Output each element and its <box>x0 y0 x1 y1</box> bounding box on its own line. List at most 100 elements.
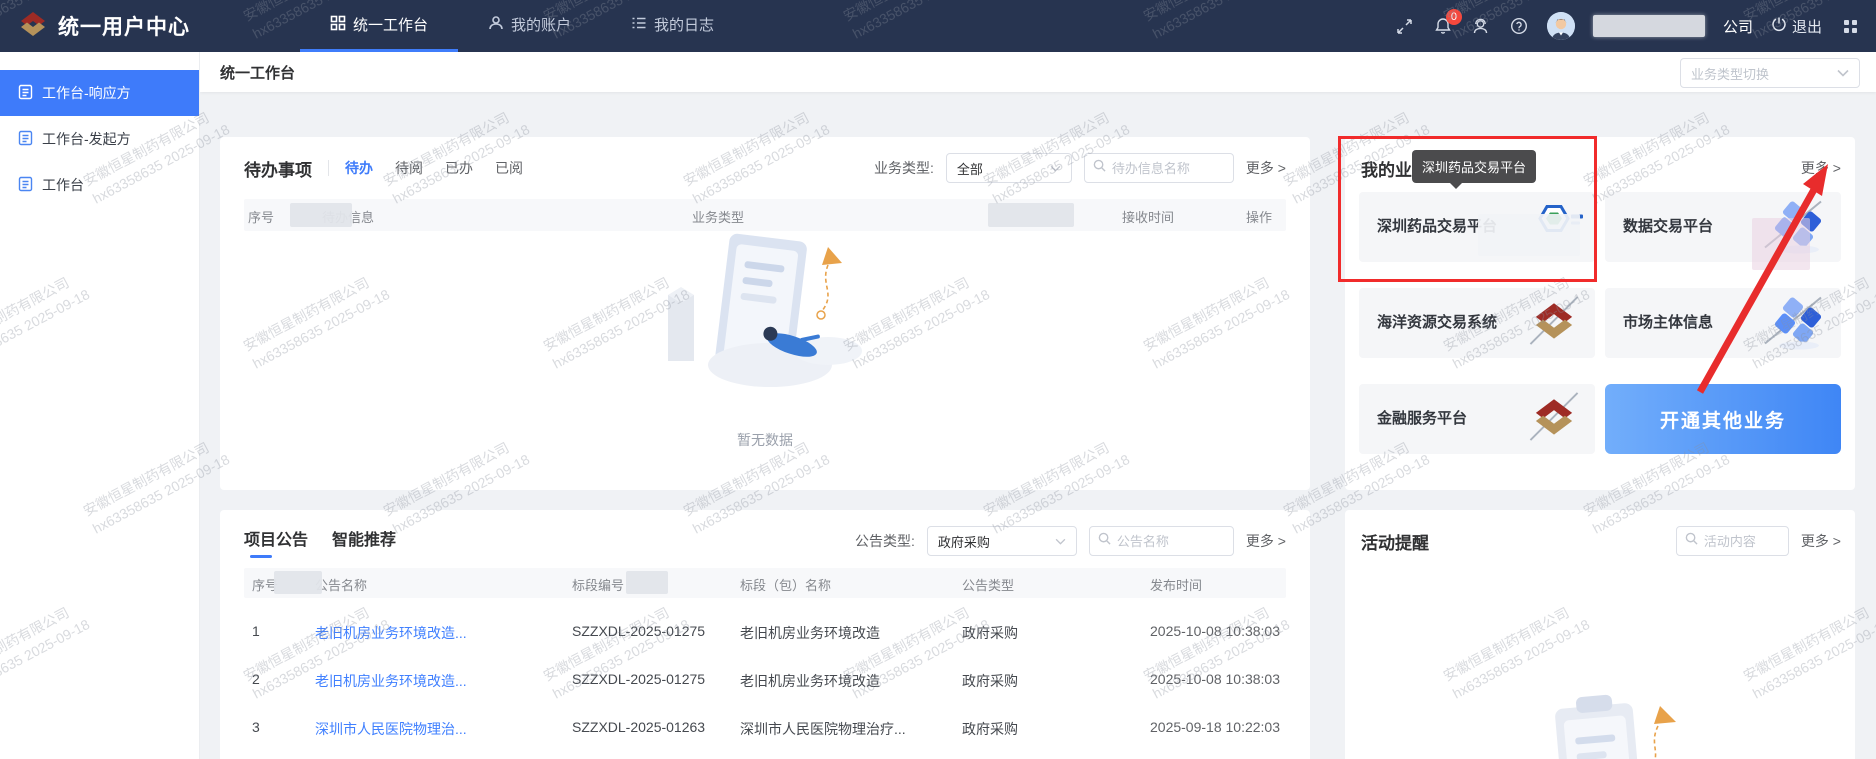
cell-time: 2025-10-08 10:38:03 <box>1150 623 1280 639</box>
business-card-label: 深圳药品交易平台 <box>1359 218 1497 237</box>
document-icon <box>18 84 33 103</box>
nav-tab-account[interactable]: 我的账户 <box>458 0 601 52</box>
sidebar: 工作台-响应方 工作台-发起方 工作台 <box>0 52 200 759</box>
sidebar-item-label: 工作台-响应方 <box>42 83 131 103</box>
cell-announce-link[interactable]: 老旧机房业务环境改造... <box>315 671 467 691</box>
todo-panel: 待办事项 待办 待阅 已办 已阅 业务类型: 全部 <box>220 137 1310 490</box>
logout-button[interactable]: 退出 <box>1771 16 1822 37</box>
nav-tab-label: 统一工作台 <box>353 14 428 35</box>
brand: 统一用户中心 <box>0 9 300 44</box>
todo-panel-title: 待办事项 <box>244 156 312 181</box>
unified-user-center-app: 统一用户中心 统一工作台 我的账户 <box>0 0 1876 759</box>
announce-search-input[interactable] <box>1117 534 1225 549</box>
todo-search-box <box>1084 153 1234 183</box>
cell-time: 2025-10-08 10:38:03 <box>1150 671 1280 687</box>
cell-seq: 1 <box>252 623 260 639</box>
announce-type-select[interactable]: 政府采购 <box>927 526 1077 556</box>
announcement-row[interactable]: 1 老旧机房业务环境改造... SZZXDL-2025-01275 老旧机房业务… <box>244 608 1286 656</box>
business-grid: 深圳药品交易平台 数据交易平台 <box>1359 192 1841 454</box>
nav-tab-label: 我的账户 <box>511 14 571 35</box>
todo-tab-toread[interactable]: 待阅 <box>395 158 423 178</box>
cell-section-name: 老旧机房业务环境改造 <box>740 671 880 691</box>
announce-search-box <box>1089 526 1234 556</box>
notification-bell-icon[interactable]: 0 <box>1433 16 1453 36</box>
business-type-filter-label: 业务类型: <box>874 158 934 178</box>
todo-tab-read[interactable]: 已阅 <box>495 158 523 178</box>
todo-search-input[interactable] <box>1112 161 1225 176</box>
fullscreen-icon[interactable] <box>1395 16 1415 36</box>
tooltip-pharma-platform: 深圳药品交易平台 <box>1412 150 1536 183</box>
company-name-redacted <box>1593 15 1705 37</box>
business-card-label: 海洋资源交易系统 <box>1359 314 1497 333</box>
col-section-no: 标段编号 <box>572 575 624 594</box>
nav-tab-workbench[interactable]: 统一工作台 <box>300 0 458 52</box>
announcement-row[interactable]: 3 深圳市人民医院物理治... SZZXDL-2025-01263 深圳市人民医… <box>244 704 1286 752</box>
cell-type: 政府采购 <box>962 623 1018 643</box>
activity-search-input[interactable] <box>1704 534 1780 549</box>
empty-text: 暂无数据 <box>635 430 895 450</box>
activity-search-box <box>1676 526 1789 556</box>
nav-tabs: 统一工作台 我的账户 我的日志 <box>300 0 744 52</box>
todo-tab-pending[interactable]: 待办 <box>345 158 373 178</box>
help-icon[interactable] <box>1509 16 1529 36</box>
announce-type-filter-label: 公告类型: <box>855 531 915 551</box>
activity-more-link[interactable]: 更多 > <box>1801 531 1841 551</box>
page-title: 统一工作台 <box>220 62 295 83</box>
business-card-label: 金融服务平台 <box>1359 410 1467 429</box>
brand-title: 统一用户中心 <box>58 11 190 41</box>
sidebar-item-workbench-initiator[interactable]: 工作台-发起方 <box>0 116 199 162</box>
business-card-market-entity[interactable]: 市场主体信息 <box>1605 288 1841 358</box>
col-receive-time: 接收时间 <box>1122 207 1174 226</box>
apps-grid-icon[interactable] <box>1840 16 1860 36</box>
open-other-business-button[interactable]: 开通其他业务 <box>1605 384 1841 454</box>
search-icon <box>1098 532 1111 550</box>
sidebar-item-workbench[interactable]: 工作台 <box>0 162 199 208</box>
business-type-value: 全部 <box>957 159 983 178</box>
power-icon <box>1771 16 1787 36</box>
sidebar-item-workbench-responder[interactable]: 工作台-响应方 <box>0 70 199 116</box>
my-business-more-link[interactable]: 更多 > <box>1801 158 1841 178</box>
todo-table-header: 序号 待办信息 业务类型 接收时间 操作 <box>244 199 1286 231</box>
tab-smart-recommend[interactable]: 智能推荐 <box>332 526 396 556</box>
tab-project-announcement[interactable]: 项目公告 <box>244 526 308 556</box>
col-announce-name: 公告名称 <box>315 575 367 594</box>
brand-logo-icon <box>18 9 48 44</box>
announce-more-link[interactable]: 更多 > <box>1246 531 1286 551</box>
redacted-text <box>988 203 1074 227</box>
red-gold-interlock-icon <box>1523 388 1585 451</box>
business-type-switch-select[interactable]: 业务类型切换 <box>1680 58 1860 88</box>
business-type-select[interactable]: 全部 <box>946 153 1072 183</box>
navbar-right: 0 <box>1395 12 1876 40</box>
cell-announce-link[interactable]: 深圳市人民医院物理治... <box>315 719 467 739</box>
cell-seq: 2 <box>252 671 260 687</box>
top-navbar: 统一用户中心 统一工作台 我的账户 <box>0 0 1876 52</box>
todo-more-link[interactable]: 更多 > <box>1246 158 1286 178</box>
user-avatar[interactable] <box>1547 12 1575 40</box>
business-card-data-exchange[interactable]: 数据交易平台 <box>1605 192 1841 262</box>
chevron-down-icon <box>1837 64 1849 82</box>
col-seq: 序号 <box>248 207 274 226</box>
business-card-finance[interactable]: 金融服务平台 <box>1359 384 1595 454</box>
todo-tab-done[interactable]: 已办 <box>445 158 473 178</box>
red-gold-interlock-icon <box>1523 292 1585 355</box>
pharma-hexagon-icon <box>1527 203 1585 252</box>
cell-announce-link[interactable]: 老旧机房业务环境改造... <box>315 623 467 643</box>
business-card-ocean-resources[interactable]: 海洋资源交易系统 <box>1359 288 1595 358</box>
business-card-label: 市场主体信息 <box>1605 314 1713 333</box>
announcement-row[interactable]: 2 老旧机房业务环境改造... SZZXDL-2025-01275 老旧机房业务… <box>244 656 1286 704</box>
logout-label: 退出 <box>1792 16 1822 37</box>
col-business-type: 业务类型 <box>692 207 744 226</box>
document-icon <box>18 130 33 149</box>
divider <box>328 160 329 176</box>
cell-type: 政府采购 <box>962 719 1018 739</box>
nav-tab-journal[interactable]: 我的日志 <box>601 0 744 52</box>
empty-illustration <box>650 233 880 419</box>
col-publish-time: 发布时间 <box>1150 575 1202 594</box>
business-card-pharma[interactable]: 深圳药品交易平台 <box>1359 192 1595 262</box>
activity-title: 活动提醒 <box>1361 529 1429 554</box>
customer-service-icon[interactable] <box>1471 16 1491 36</box>
cell-section-no: SZZXDL-2025-01263 <box>572 719 705 735</box>
search-icon <box>1685 532 1698 550</box>
todo-empty-state: 暂无数据 <box>635 233 895 450</box>
chevron-down-icon <box>1050 159 1061 177</box>
